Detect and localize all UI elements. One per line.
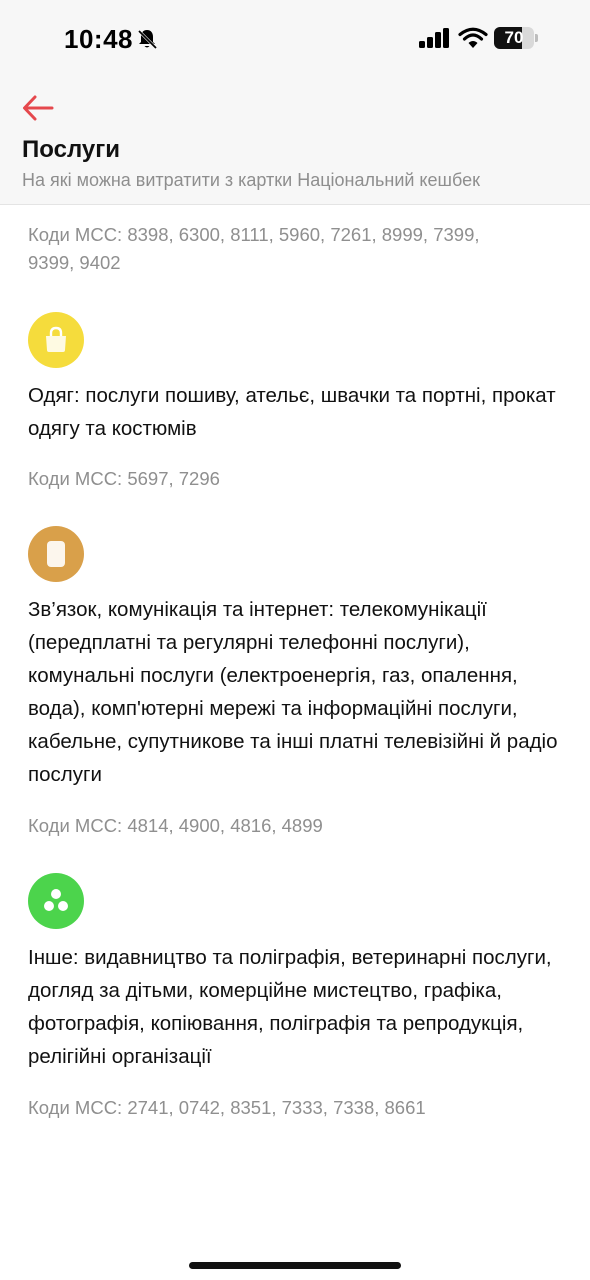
services-list: Коди MCC: 8398, 6300, 8111, 5960, 7261, …	[0, 205, 590, 1235]
signal-icon	[419, 28, 449, 48]
three-dots-icon	[44, 889, 68, 911]
bell-muted-icon	[137, 29, 158, 50]
screen: 10:48 70 Послуги На які можна витратити …	[0, 0, 590, 1280]
status-bar: 10:48 70	[0, 0, 590, 80]
battery-body: 70	[494, 27, 534, 49]
shopping-bag-icon	[46, 326, 66, 352]
communication-category-icon	[28, 526, 84, 582]
category-description: Зв’язок, комунікація та інтернет: телеко…	[28, 598, 558, 786]
clothing-category-icon	[28, 312, 84, 368]
mcc-codes: Коди MCC: 2741, 0742, 8351, 7333, 7338, …	[28, 1097, 426, 1118]
category-description: Інше: видавництво та поліграфія, ветерин…	[28, 946, 552, 1068]
battery-icon: 70	[494, 27, 538, 49]
page-subtitle: На які можна витратити з картки Націонал…	[22, 170, 480, 190]
battery-level: 70	[504, 28, 524, 47]
battery-tip	[535, 34, 538, 42]
page-title: Послуги	[22, 136, 120, 163]
home-indicator[interactable]	[189, 1262, 401, 1269]
category-description: Одяг: послуги пошиву, ательє, швачки та …	[28, 384, 556, 440]
other-category-icon	[28, 873, 84, 929]
back-arrow-icon[interactable]	[22, 94, 54, 122]
status-time: 10:48	[64, 24, 133, 54]
header: Послуги На які можна витратити з картки …	[0, 80, 590, 205]
mcc-codes: Коди MCC: 4814, 4900, 4816, 4899	[28, 815, 323, 836]
mcc-codes: Коди MCC: 8398, 6300, 8111, 5960, 7261, …	[28, 224, 480, 273]
mcc-codes: Коди MCC: 5697, 7296	[28, 468, 220, 489]
wifi-icon	[458, 27, 488, 48]
phone-icon	[47, 541, 65, 567]
